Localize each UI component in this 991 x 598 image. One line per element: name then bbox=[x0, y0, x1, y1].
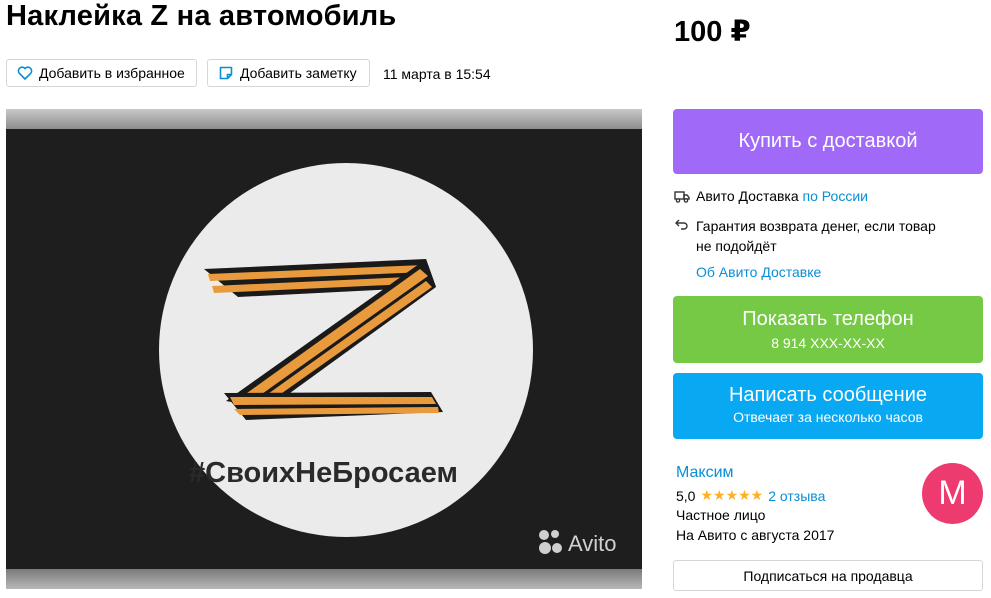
note-label: Добавить заметку bbox=[240, 65, 357, 81]
rating-value: 5,0 bbox=[676, 487, 696, 504]
avito-watermark: Avito bbox=[568, 531, 617, 556]
listing-price: 100 ₽ bbox=[674, 16, 751, 48]
guarantee-info-row: Гарантия возврата денег, если товар не п… bbox=[674, 216, 936, 256]
add-to-favorites-button[interactable]: Добавить в избранное bbox=[6, 59, 197, 87]
avito-logo-icon: Avito bbox=[539, 530, 617, 556]
reviews-link[interactable]: 2 отзыва bbox=[768, 488, 825, 504]
seller-avatar[interactable]: M bbox=[922, 463, 983, 524]
listing-title: Наклейка Z на автомобиль bbox=[6, 0, 397, 32]
about-delivery-link[interactable]: Об Авито Доставке bbox=[696, 264, 821, 280]
seller-since: На Авито с августа 2017 bbox=[676, 527, 835, 543]
buy-with-delivery-button[interactable]: Купить с доставкой bbox=[673, 109, 983, 174]
return-arrow-icon bbox=[675, 219, 688, 230]
heart-icon bbox=[17, 66, 33, 80]
delivery-scope-link[interactable]: по России bbox=[803, 188, 868, 204]
favorites-label: Добавить в избранное bbox=[39, 65, 185, 81]
seller-name-link[interactable]: Максим bbox=[676, 464, 734, 482]
guarantee-line-2: не подойдёт bbox=[696, 238, 777, 254]
guarantee-line-1: Гарантия возврата денег, если товар bbox=[696, 218, 936, 234]
show-phone-button[interactable]: Показать телефон 8 914 XXX-XX-XX bbox=[673, 296, 983, 363]
subscribe-to-seller-button[interactable]: Подписаться на продавца bbox=[673, 560, 983, 591]
sticker-image: #СвоихНеБросаем Avito bbox=[159, 163, 617, 556]
delivery-service-label: Авито Доставка bbox=[696, 188, 799, 204]
add-note-button[interactable]: Добавить заметку bbox=[207, 59, 370, 87]
listing-photo[interactable]: #СвоихНеБросаем Avito bbox=[6, 109, 642, 589]
seller-rating: 5,0 ★★★★★ 2 отзыва bbox=[676, 487, 825, 504]
photo-bottom-edge bbox=[6, 569, 642, 589]
write-message-button[interactable]: Написать сообщение Отвечает за несколько… bbox=[673, 373, 983, 439]
rating-stars-icon: ★★★★★ bbox=[700, 487, 764, 503]
delivery-info-row: Авито Доставка по России bbox=[674, 188, 868, 204]
note-icon bbox=[219, 66, 233, 80]
phone-number-masked: 8 914 XXX-XX-XX bbox=[771, 335, 885, 351]
truck-icon bbox=[674, 191, 690, 203]
publish-date: 11 марта в 15:54 bbox=[383, 66, 491, 82]
write-message-label: Написать сообщение bbox=[728, 384, 927, 406]
sticker-hashtag: #СвоихНеБросаем bbox=[189, 457, 458, 489]
seller-type: Частное лицо bbox=[676, 507, 766, 523]
response-time-label: Отвечает за несколько часов bbox=[733, 409, 923, 425]
show-phone-label: Показать телефон bbox=[742, 308, 914, 330]
